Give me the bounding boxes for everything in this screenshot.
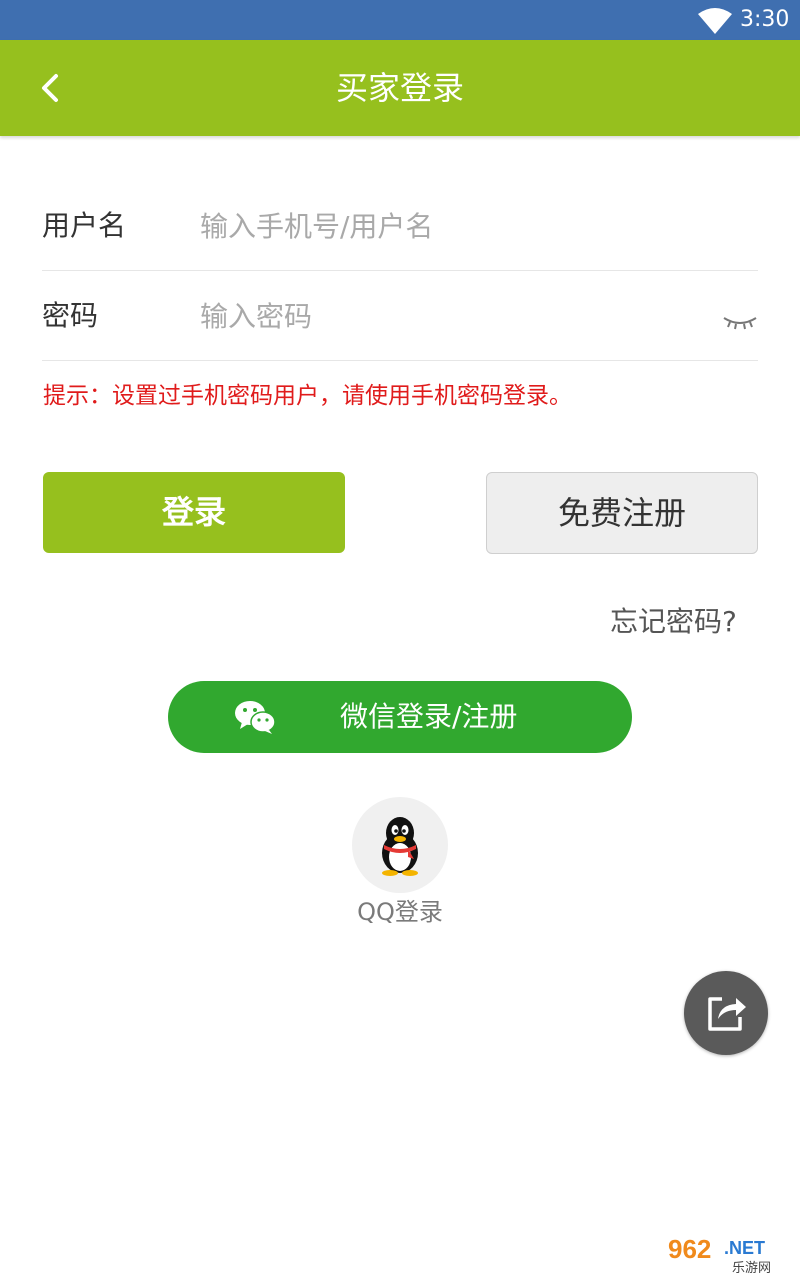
page-title: 买家登录 — [335, 69, 464, 107]
eye-closed-icon[interactable] — [722, 312, 758, 332]
status-time: 3:30 — [740, 7, 790, 32]
wechat-login-button[interactable]: 微信登录/注册 — [168, 681, 632, 753]
wechat-icon — [235, 701, 276, 734]
qq-login-label: QQ登录 — [357, 898, 443, 926]
wifi-icon — [698, 8, 732, 34]
username-row: 用户名 — [42, 182, 758, 271]
share-icon — [708, 997, 746, 1031]
password-input[interactable] — [200, 292, 700, 340]
forgot-password-link[interactable]: 忘记密码? — [610, 600, 737, 644]
username-input[interactable] — [200, 202, 700, 250]
svg-text:.NET: .NET — [724, 1238, 765, 1258]
username-label: 用户名 — [42, 209, 127, 242]
svg-text:乐游网: 乐游网 — [732, 1261, 771, 1276]
login-button[interactable]: 登录 — [43, 472, 345, 553]
password-hint: 提示：设置过手机密码用户，请使用手机密码登录。 — [43, 383, 572, 409]
qq-penguin-icon — [382, 817, 418, 876]
status-bar: 3:30 — [0, 0, 800, 40]
watermark-logo: 962 .NET 乐游网 — [662, 1230, 796, 1276]
share-button[interactable] — [684, 971, 768, 1055]
password-label: 密码 — [42, 299, 99, 332]
register-button[interactable]: 免费注册 — [486, 472, 758, 554]
wechat-login-label: 微信登录/注册 — [340, 700, 518, 733]
password-row: 密码 — [42, 272, 758, 361]
title-bar: 买家登录 — [0, 40, 800, 136]
svg-text:962: 962 — [668, 1234, 711, 1264]
qq-login-button[interactable] — [352, 797, 448, 893]
